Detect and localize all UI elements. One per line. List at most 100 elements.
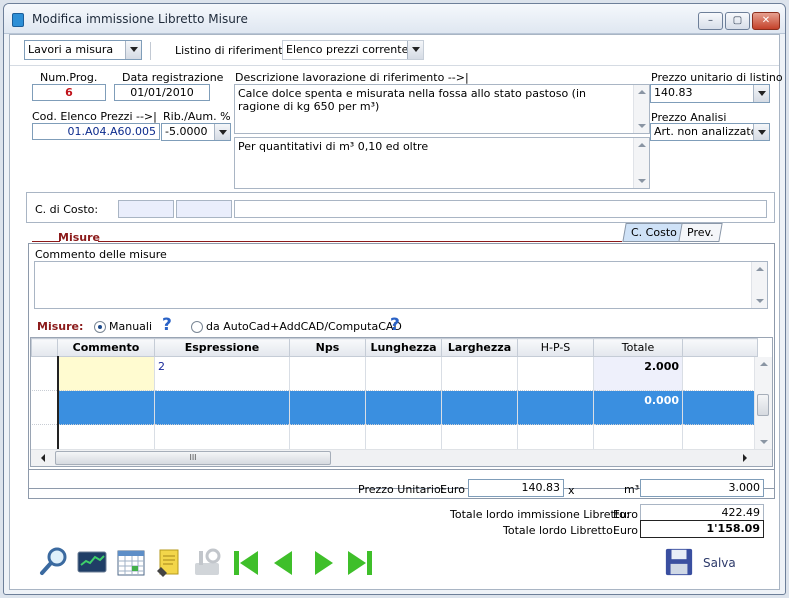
first-record-icon[interactable] xyxy=(230,547,262,579)
descrizione-textarea[interactable]: Calce dolce spenta e misurata nella foss… xyxy=(234,84,650,134)
row-indicator[interactable] xyxy=(31,356,59,391)
radio-autocad-label: da AutoCad+AddCAD/ComputaCAD xyxy=(206,320,402,333)
table-row[interactable]: 2 2.000 xyxy=(31,356,758,391)
cod-elenco-prezzi-field[interactable]: 01.A04.A60.005 xyxy=(32,123,160,140)
row-indicator[interactable] xyxy=(31,390,59,425)
minimize-button[interactable]: – xyxy=(698,12,723,30)
prezzo-listino-select[interactable]: 140.83 xyxy=(650,84,770,103)
column-header-lunghezza[interactable]: Lunghezza xyxy=(365,338,442,357)
column-header-nps[interactable]: Nps xyxy=(289,338,366,357)
misure-grid: Commento Espressione Nps Lunghezza Largh… xyxy=(31,338,758,459)
rib-aum-select[interactable]: -5.0000 xyxy=(161,123,231,141)
next-record-icon[interactable] xyxy=(307,547,339,579)
close-button[interactable]: ✕ xyxy=(752,12,780,30)
previous-record-icon[interactable] xyxy=(268,547,300,579)
tipo-lavori-select[interactable]: Lavori a misura xyxy=(24,40,142,60)
tab-preventivo-label: Prev. xyxy=(687,226,714,239)
scroll-down-icon[interactable] xyxy=(756,299,764,303)
chevron-down-icon[interactable] xyxy=(125,41,141,59)
cell-lunghezza[interactable] xyxy=(365,390,442,425)
calendar-grid-icon[interactable] xyxy=(115,547,147,579)
descrizione-text: Calce dolce spenta e misurata nella foss… xyxy=(238,87,586,113)
column-header-espressione[interactable]: Espressione xyxy=(154,338,290,357)
grid-vertical-scrollbar[interactable] xyxy=(754,357,772,449)
chevron-down-icon[interactable] xyxy=(753,124,769,140)
column-header-totale[interactable]: Totale xyxy=(593,338,683,357)
column-header-commento[interactable]: Commento xyxy=(57,338,155,357)
num-prog-field[interactable]: 6 xyxy=(32,84,106,101)
tab-centro-costo[interactable]: C. Costo xyxy=(622,223,686,242)
scroll-down-icon[interactable] xyxy=(760,440,768,444)
scroll-up-icon[interactable] xyxy=(638,143,646,147)
tab-centro-costo-label: C. Costo xyxy=(631,226,677,239)
radio-manuali-label: Manuali xyxy=(109,320,153,333)
restore-button[interactable]: ▢ xyxy=(725,12,750,30)
cell-espressione[interactable] xyxy=(154,390,290,425)
cell-commento[interactable] xyxy=(57,356,155,391)
save-button[interactable]: Salva xyxy=(703,556,736,570)
cell-lunghezza[interactable] xyxy=(365,356,442,391)
chevron-down-icon[interactable] xyxy=(214,124,230,140)
save-icon[interactable] xyxy=(664,547,694,577)
radio-manuali[interactable] xyxy=(94,321,106,333)
table-row[interactable]: 0.000 xyxy=(31,390,758,425)
cell-hps[interactable] xyxy=(517,356,594,391)
chevron-down-icon[interactable] xyxy=(407,41,423,59)
prezzo-listino-value: 140.83 xyxy=(654,86,693,99)
monitor-icon[interactable] xyxy=(76,547,108,579)
help-icon[interactable]: ? xyxy=(162,315,172,335)
descrizione-estesa-textarea[interactable]: Per quantitativi di m³ 0,10 ed oltre xyxy=(234,137,650,189)
window-title: Modifica immissione Libretto Misure xyxy=(32,12,248,26)
cell-hps[interactable] xyxy=(517,390,594,425)
listino-select[interactable]: Elenco prezzi corrente xyxy=(282,40,424,60)
cell-larghezza[interactable] xyxy=(441,390,518,425)
centro-costo-field-1[interactable] xyxy=(118,200,174,218)
prezzo-unitario-label: Prezzo Unitario: xyxy=(358,483,445,496)
data-registrazione-field[interactable]: 01/01/2010 xyxy=(114,84,210,101)
quantita-field[interactable]: 3.000 xyxy=(640,479,764,497)
commento-misure-textarea[interactable] xyxy=(34,261,768,309)
chevron-down-icon[interactable] xyxy=(753,85,769,102)
column-header-hps[interactable]: H-P-S xyxy=(517,338,594,357)
prezzo-analisi-select[interactable]: Art. non analizzato xyxy=(650,123,770,141)
scroll-down-icon[interactable] xyxy=(638,124,646,128)
search-icon[interactable] xyxy=(38,545,70,577)
notes-icon[interactable] xyxy=(153,547,185,579)
app-icon xyxy=(12,13,24,27)
multiply-symbol: x xyxy=(568,484,575,497)
cell-espressione[interactable]: 2 xyxy=(154,356,290,391)
tipo-lavori-value: Lavori a misura xyxy=(28,43,114,56)
cell-empty xyxy=(682,390,758,425)
help-icon[interactable]: ? xyxy=(390,315,400,335)
cell-nps[interactable] xyxy=(289,390,366,425)
centro-costo-field-2[interactable] xyxy=(176,200,232,218)
centro-costo-description[interactable] xyxy=(234,200,767,218)
cell-commento[interactable] xyxy=(57,390,155,425)
rib-aum-label: Rib./Aum. % xyxy=(163,110,231,123)
cell-nps[interactable] xyxy=(289,356,366,391)
scrollbar-thumb[interactable]: III xyxy=(55,451,331,465)
grid-horizontal-scrollbar[interactable]: III xyxy=(31,449,772,466)
scroll-up-icon[interactable] xyxy=(756,267,764,271)
scrollbar-thumb[interactable] xyxy=(757,394,769,416)
cell-totale: 2.000 xyxy=(593,356,683,391)
scroll-up-icon[interactable] xyxy=(638,90,646,94)
tab-preventivo[interactable]: Prev. xyxy=(678,223,723,242)
last-record-icon[interactable] xyxy=(344,547,376,579)
commento-misure-label: Commento delle misure xyxy=(35,248,167,261)
tools-icon[interactable] xyxy=(191,547,223,579)
vertical-scrollbar[interactable] xyxy=(633,85,649,133)
scroll-right-icon[interactable] xyxy=(743,454,747,462)
cell-larghezza[interactable] xyxy=(441,356,518,391)
prezzo-analisi-value: Art. non analizzato xyxy=(654,125,758,138)
column-header-larghezza[interactable]: Larghezza xyxy=(441,338,518,357)
scroll-up-icon[interactable] xyxy=(760,362,768,366)
scroll-left-icon[interactable] xyxy=(41,454,45,462)
vertical-scrollbar[interactable] xyxy=(633,138,649,188)
cell-totale: 0.000 xyxy=(593,390,683,425)
prezzo-unitario-field[interactable]: 140.83 xyxy=(468,479,564,497)
vertical-scrollbar[interactable] xyxy=(751,262,767,308)
radio-autocad[interactable] xyxy=(191,321,203,333)
scroll-down-icon[interactable] xyxy=(638,179,646,183)
listino-label: Listino di riferimento: xyxy=(175,44,294,57)
